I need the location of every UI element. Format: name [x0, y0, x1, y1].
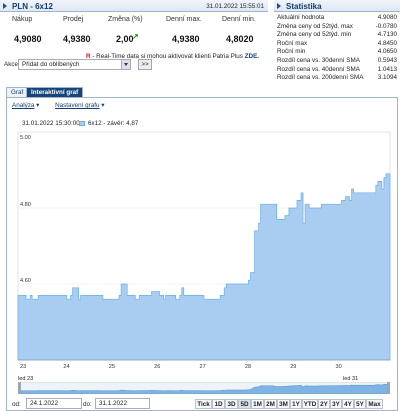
stats-row: Roční max 4.8450 — [277, 40, 397, 49]
action-label: Akce — [4, 61, 18, 68]
stats-label: Roční max — [277, 39, 308, 47]
collapse-arrow-icon[interactable] — [3, 3, 7, 9]
quote-value-buy: 4,9080 — [14, 34, 42, 44]
stats-value: 3.1094 — [377, 74, 397, 82]
quote-value-day-max: 4,9380 — [172, 34, 200, 44]
y-tick-label: 5.00 — [20, 135, 31, 141]
y-tick-label: 4.80 — [20, 202, 31, 208]
range-buttons: Tick 1D 3D 5D 1M 2M 3M 1Y YTD 2Y 3Y 4Y 5… — [195, 399, 393, 409]
quote-label-day-max: Denní max. — [166, 16, 202, 23]
stats-label: Změna ceny od 52týd. min — [277, 31, 352, 39]
stats-label: Rozdíl cena vs. 30denní SMA — [277, 57, 360, 64]
chart-links: Analýza ▾ Nastavení grafu ▾ — [12, 102, 104, 109]
date-from-input[interactable]: 24.1.2022 — [26, 398, 82, 409]
stats-row: Rozdíl cena vs. 200denní SMA 3.1094 — [277, 74, 397, 83]
x-tick-label: 29 — [290, 364, 296, 370]
up-arrow-icon: ↗ — [132, 32, 139, 41]
stats-row: Změna ceny od 52týd. min 4.7130 — [277, 31, 397, 40]
stats-value: 4.7130 — [377, 31, 397, 39]
range-button-tick[interactable]: Tick — [195, 399, 212, 409]
quote-label-buy: Nákup — [12, 16, 33, 23]
legend-swatch — [79, 121, 85, 126]
date-from-label: od: — [12, 401, 21, 408]
x-tick-label: 24 — [63, 364, 69, 370]
stats-label: Rozdíl cena vs. 40denní SMA — [277, 65, 360, 73]
dropdown-arrow-icon[interactable] — [121, 60, 130, 69]
collapse-arrow-icon[interactable] — [277, 3, 281, 9]
action-go-button[interactable]: >> — [138, 59, 152, 70]
x-tick-label: 25 — [109, 364, 115, 370]
quote-label-change: Změna (%) — [108, 16, 143, 23]
stats-row: Rozdíl cena vs. 30denní SMA 0.5943 — [277, 57, 397, 66]
range-button-2y[interactable]: 2Y — [318, 399, 330, 409]
stats-row: Změna ceny od 52týd. max -0.0780 — [277, 23, 397, 32]
instrument-title: PLN - 6x12 — [12, 2, 53, 11]
navigator-left-handle[interactable] — [18, 382, 21, 394]
price-chart[interactable]: 5.004.804.604.402324252627282930 — [0, 128, 400, 378]
date-to-input[interactable]: 31.1.2022 — [95, 398, 150, 409]
stats-title: Statistika — [286, 2, 322, 11]
date-to-label: do: — [83, 401, 92, 408]
x-tick-label: 27 — [199, 364, 205, 370]
range-button-1d[interactable]: 1D — [212, 399, 225, 409]
y-tick-label: 4.60 — [20, 278, 31, 284]
quote-value-change: 2,00 — [116, 34, 134, 44]
quote-header: PLN - 6x12 31.01.2022 15:55:01 — [0, 0, 268, 12]
stats-value: 4.9080 — [377, 14, 397, 21]
stats-table: Aktuální hodnota 4.9080 Změna ceny od 52t… — [277, 14, 397, 84]
stats-row: Aktuální hodnota 4.9080 — [277, 14, 397, 23]
chevron-down-icon[interactable]: ▾ — [36, 102, 39, 109]
stats-label: Změna ceny od 52týd. max — [277, 22, 353, 30]
action-select-value: Přidat do oblíbených — [22, 61, 80, 68]
stats-value: 4.8450 — [377, 39, 397, 47]
stats-value: -0.0780 — [375, 22, 397, 30]
range-button-3y[interactable]: 3Y — [330, 399, 342, 409]
x-tick-label: 28 — [245, 364, 251, 370]
chevron-down-icon[interactable]: ▾ — [101, 102, 104, 109]
range-button-1m[interactable]: 1M — [251, 399, 264, 409]
stats-label: Roční min — [277, 48, 306, 56]
stats-header: Statistika — [274, 0, 400, 12]
realtime-link[interactable]: ZDE. — [245, 53, 259, 60]
range-button-3d[interactable]: 3D — [225, 399, 238, 409]
stats-label: Rozdíl cena vs. 200denní SMA — [277, 74, 364, 82]
chart-date: 31.01.2022 15:30:00 — [22, 120, 80, 127]
range-button-2m[interactable]: 2M — [264, 399, 277, 409]
quote-value-day-min: 4,8020 — [226, 34, 254, 44]
range-button-4y[interactable]: 4Y — [342, 399, 354, 409]
navigator-chart[interactable] — [18, 382, 390, 394]
stats-label: Aktuální hodnota — [277, 14, 325, 21]
quote-table: Nákup Prodej Změna (%) Denní max. Denní … — [0, 16, 268, 46]
range-button-5y[interactable]: 5Y — [354, 399, 366, 409]
legend-label: 6x12 - závěr: 4,87 — [88, 120, 139, 127]
range-button-ytd[interactable]: YTD — [302, 399, 318, 409]
range-button-max[interactable]: Max — [366, 399, 383, 409]
x-tick-label: 26 — [154, 364, 160, 370]
stats-value: 1.0413 — [377, 65, 397, 73]
x-tick-label: 23 — [20, 364, 26, 370]
quote-timestamp: 31.01.2022 15:55:01 — [206, 3, 264, 10]
range-button-5d[interactable]: 5D — [238, 399, 251, 409]
x-tick-label: 30 — [336, 364, 342, 370]
quote-label-day-min: Denní min. — [222, 16, 256, 23]
action-select[interactable]: Přidat do oblíbených — [18, 59, 131, 70]
stats-row: Rozdíl cena vs. 40denní SMA 1.0413 — [277, 66, 397, 75]
range-button-3m[interactable]: 3M — [277, 399, 290, 409]
link-analysis[interactable]: Analýza — [12, 102, 34, 109]
stats-value: 0.5943 — [377, 57, 397, 64]
quote-value-sell: 4,9380 — [63, 34, 91, 44]
stats-row: Roční min 4.0650 — [277, 48, 397, 57]
link-chart-settings[interactable]: Nastavení grafu — [55, 102, 99, 109]
range-button-1y[interactable]: 1Y — [290, 399, 302, 409]
navigator-right-handle[interactable] — [387, 382, 390, 394]
quote-label-sell: Prodej — [63, 16, 84, 23]
stats-value: 4.0650 — [377, 48, 397, 56]
